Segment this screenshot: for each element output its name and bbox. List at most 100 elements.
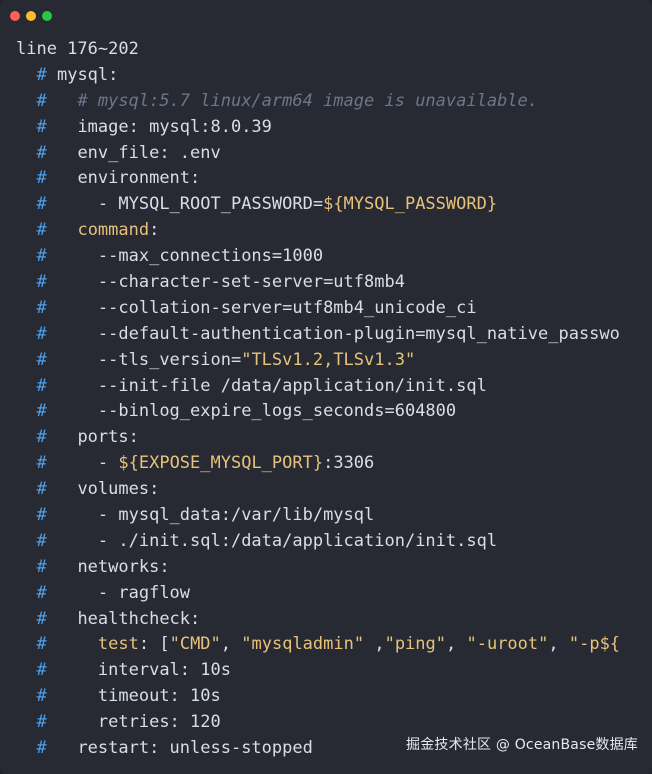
maximize-dot-icon[interactable] — [42, 11, 52, 21]
comment-marker: # — [36, 427, 47, 448]
comment-marker: # — [36, 246, 47, 267]
comment-marker: # — [36, 168, 47, 189]
code-line: # --character-set-server=utf8mb4 — [16, 270, 652, 296]
code-line: # --tls_version="TLSv1.2,TLSv1.3" — [16, 348, 652, 374]
code-line: # - ragflow — [16, 581, 652, 607]
code-token: volumes: — [46, 479, 160, 500]
code-token: --init-file /data/application/init.sql — [46, 375, 487, 396]
comment-marker: # — [36, 453, 47, 474]
code-token: environment: — [46, 168, 201, 189]
close-dot-icon[interactable] — [10, 11, 20, 21]
code-token: - mysql_data:/var/lib/mysql — [46, 505, 375, 526]
code-token: - — [46, 453, 119, 474]
code-line: # ports: — [16, 425, 652, 451]
code-token: ports: — [46, 427, 139, 448]
code-token: , — [446, 634, 467, 655]
code-token: healthcheck: — [46, 608, 201, 629]
window-controls — [10, 11, 52, 21]
code-line: # timeout: 10s — [16, 684, 652, 710]
comment-marker: # — [36, 479, 47, 500]
comment-marker: # — [36, 686, 47, 707]
code-token: ${MYSQL_PASSWORD} — [323, 194, 498, 215]
code-token: --character-set-server=utf8mb4 — [46, 272, 405, 293]
code-line: # environment: — [16, 166, 652, 192]
code-token: "mysqladmin" — [241, 634, 365, 655]
code-line: # volumes: — [16, 477, 652, 503]
code-token: --collation-server=utf8mb4_unicode_ci — [46, 297, 477, 318]
code-line: # retries: 120 — [16, 710, 652, 736]
code-token: restart: unless-stopped — [46, 738, 313, 759]
code-token: "CMD" — [169, 634, 221, 655]
code-token: image: mysql:8.0.39 — [46, 116, 272, 137]
comment-marker: # — [36, 660, 47, 681]
code-line: # mysql: — [16, 63, 652, 89]
code-line: # --binlog_expire_logs_seconds=604800 — [16, 399, 652, 425]
comment-marker: # — [36, 194, 47, 215]
code-line: # interval: 10s — [16, 658, 652, 684]
code-token: ${EXPOSE_MYSQL_PORT} — [118, 453, 324, 474]
code-token: --binlog_expire_logs_seconds=604800 — [46, 401, 457, 422]
code-line: # # mysql:5.7 linux/arm64 image is unava… — [16, 89, 652, 115]
code-token: --tls_version= — [46, 349, 242, 370]
code-token: , — [548, 634, 569, 655]
code-token: - ./init.sql:/data/application/init.sql — [46, 530, 498, 551]
code-token: : [ — [138, 634, 170, 655]
code-line: # --default-authentication-plugin=mysql_… — [16, 322, 652, 348]
code-line: # --init-file /data/application/init.sql — [16, 374, 652, 400]
code-line: # networks: — [16, 555, 652, 581]
code-token: --default-authentication-plugin=mysql_na… — [46, 323, 620, 344]
comment-marker: # — [36, 375, 47, 396]
code-token: mysql: — [46, 64, 119, 85]
comment-marker: # — [36, 556, 47, 577]
comment-marker: # — [36, 90, 47, 111]
code-token: retries: 120 — [46, 712, 221, 733]
code-token: interval: 10s — [46, 660, 231, 681]
code-token: "ping" — [384, 634, 446, 655]
code-window: line 176~202 # mysql: # # mysql:5.7 linu… — [0, 0, 652, 774]
comment-marker: # — [36, 608, 47, 629]
comment-marker: # — [36, 401, 47, 422]
code-token: line 176~202 — [16, 39, 139, 59]
code-token: test — [97, 634, 139, 655]
code-token: --max_connections=1000 — [46, 246, 324, 267]
code-line: # --max_connections=1000 — [16, 244, 652, 270]
watermark: 掘金技术社区 @ OceanBase数据库 — [406, 737, 638, 753]
code-token: :3306 — [323, 453, 375, 474]
code-token: "-p${ — [568, 634, 621, 655]
comment-marker: # — [36, 349, 47, 370]
minimize-dot-icon[interactable] — [26, 11, 36, 21]
code-token: : — [149, 220, 160, 241]
code-line: # - ${EXPOSE_MYSQL_PORT}:3306 — [16, 451, 652, 477]
comment-marker: # — [36, 297, 47, 318]
comment-marker: # — [36, 582, 47, 603]
code-line: # healthcheck: — [16, 607, 652, 633]
code-token: "TLSv1.2,TLSv1.3" — [241, 349, 416, 370]
code-token: # mysql:5.7 linux/arm64 image is unavail… — [46, 90, 539, 111]
code-line: # - mysql_data:/var/lib/mysql — [16, 503, 652, 529]
code-block: line 176~202 # mysql: # # mysql:5.7 linu… — [16, 37, 652, 762]
code-token: , — [220, 634, 242, 655]
code-token: - ragflow — [46, 582, 191, 603]
code-line: # --collation-server=utf8mb4_unicode_ci — [16, 296, 652, 322]
